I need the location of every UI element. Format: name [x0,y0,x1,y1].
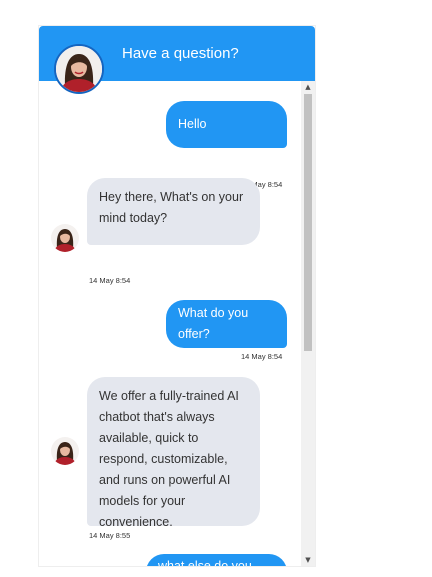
message-text: We offer a fully-trained AI chatbot that… [99,389,239,529]
woman-avatar-icon [54,44,104,94]
scroll-thumb[interactable] [304,94,312,351]
header-title: Have a question? [122,45,239,62]
outgoing-message: Hello [166,101,287,148]
bot-avatar-icon [51,437,79,465]
scroll-up-icon[interactable]: ▲ [301,81,315,93]
incoming-message: Hey there, What's on your mind today? [87,178,260,245]
chat-widget: Have a question? Hello 14 May 8:54 Hey t… [39,26,315,566]
outgoing-message: What do you offer? [166,300,287,348]
message-list[interactable]: Hello 14 May 8:54 Hey there, What's on y… [39,81,301,566]
message-text: Hey there, What's on your mind today? [99,190,244,225]
outgoing-message: what else do you offer? [146,554,287,566]
message-timestamp: 14 May 8:55 [89,531,131,540]
message-text: What do you offer? [178,306,249,341]
chat-scrollbar[interactable]: ▲ ▼ [301,81,315,566]
bot-avatar-icon [51,224,79,252]
message-text: Hello [178,117,207,131]
incoming-message: We offer a fully-trained AI chatbot that… [87,377,260,529]
message-text: what else do you offer? [158,559,252,566]
scroll-down-icon[interactable]: ▼ [301,554,315,566]
message-timestamp: 14 May 8:54 [241,352,283,361]
message-timestamp: 14 May 8:54 [89,276,131,285]
